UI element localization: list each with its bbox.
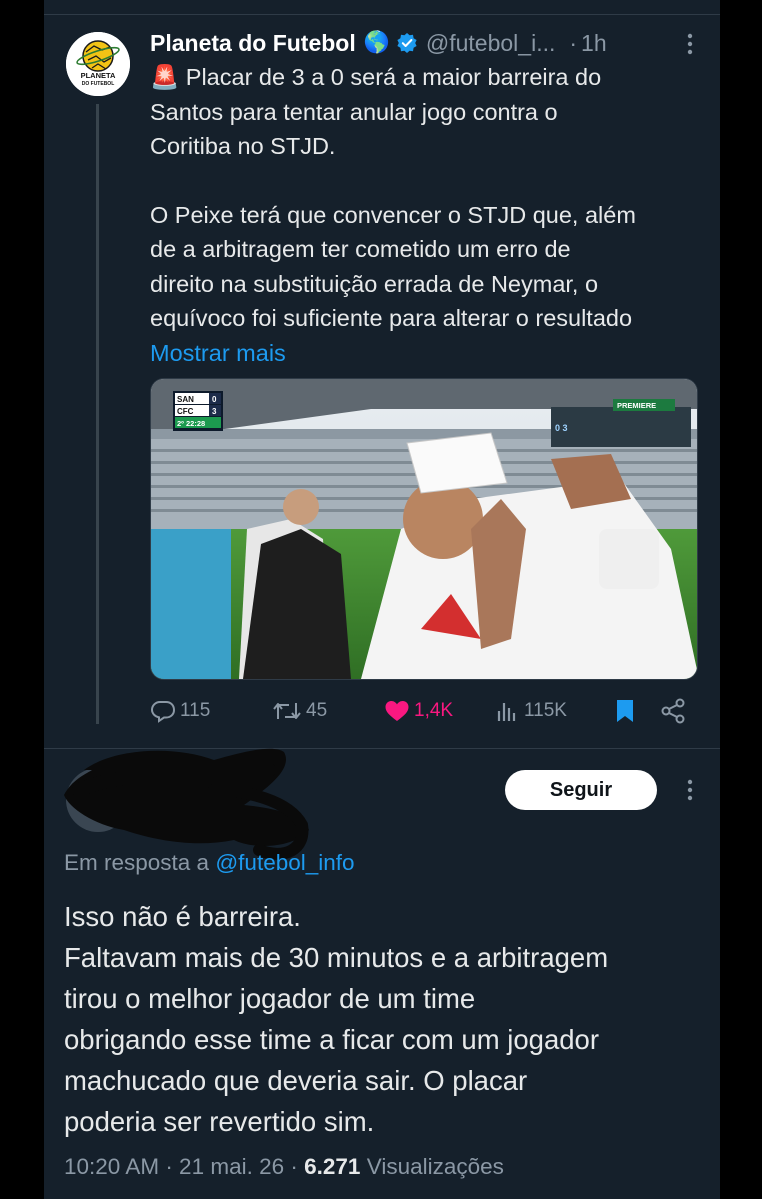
reply-line: machucado que deveria sair. O placar — [64, 1065, 528, 1096]
like-count: 1,4K — [414, 700, 454, 721]
tweet-thread: PLANETA DO FUTEBOL Planeta do Futebol 🌎 … — [44, 0, 720, 1199]
author-handle[interactable]: @futebol_i... — [426, 30, 555, 57]
retweet-count: 45 — [306, 700, 328, 721]
retweet-icon — [273, 703, 301, 719]
logo-text-2: DO FUTEBOL — [82, 81, 115, 87]
author-avatar[interactable]: PLANETA DO FUTEBOL — [66, 32, 130, 96]
views-count: 115K — [524, 700, 567, 721]
show-more-link[interactable]: Mostrar mais — [150, 336, 706, 371]
reply-line: poderia ser revertido sim. — [64, 1106, 375, 1137]
reply-line: Faltavam mais de 30 minutos e a arbitrag… — [64, 942, 609, 973]
reply-line: obrigando esse time a ficar com um jogad… — [64, 1024, 599, 1055]
in-reply-to: Em resposta a @futebol_info — [64, 850, 355, 876]
post-time[interactable]: 1h — [581, 30, 607, 57]
views-button[interactable]: 115K — [496, 696, 567, 726]
like-button[interactable]: 1,4K — [384, 696, 453, 726]
reply-icon — [150, 701, 176, 723]
tweet-line: de a arbitragem ter cometido um erro de — [150, 236, 571, 262]
stadium-scoreboard: 0 3 — [555, 423, 568, 433]
follow-button[interactable]: Seguir — [505, 770, 657, 810]
like-icon — [385, 701, 409, 721]
scorebug-team2: CFC — [177, 407, 194, 416]
author-name[interactable]: Planeta do Futebol — [150, 30, 356, 57]
broadcaster-logo: PREMIERE — [617, 401, 656, 410]
tweet-actions: 115 45 1,4K 115K — [150, 696, 698, 726]
globe-emoji: 🌎 — [363, 31, 390, 54]
tweet-line: Santos para tentar anular jogo contra o — [150, 98, 558, 125]
time-separator: · — [569, 29, 578, 56]
reply-view-label: Visualizações — [366, 1154, 504, 1179]
reply-metadata: 10:20 AM · 21 mai. 26 · 6.271 Visualizaç… — [64, 1154, 504, 1180]
reply-line: Isso não é barreira. — [64, 901, 301, 932]
more-icon[interactable] — [686, 778, 694, 802]
reply-divider — [44, 748, 720, 749]
tweet-line: O Peixe terá que convencer o STJD que, a… — [150, 201, 636, 228]
top-divider — [44, 14, 720, 15]
scorebug-score1: 0 — [212, 395, 217, 404]
tweet-header: Planeta do Futebol 🌎 @futebol_i... · 1h — [150, 28, 607, 58]
tweet-text: 🚨 Placar de 3 a 0 será a maior barreira … — [150, 60, 706, 370]
share-icon[interactable] — [660, 698, 686, 724]
reply-avatar[interactable] — [66, 768, 130, 832]
scorebug-team1: SAN — [177, 395, 194, 404]
reply-count: 115 — [180, 700, 211, 721]
scorebug-score2: 3 — [212, 407, 217, 416]
reply-timestamp[interactable]: 10:20 AM · 21 mai. 26 · — [64, 1154, 298, 1179]
tweet-line: direito na substituição errada de Neymar… — [150, 270, 599, 297]
match-photo: SAN 0 CFC 3 2º 22:28 PREMIERE 0 3 — [151, 379, 697, 679]
bookmark-icon[interactable] — [614, 698, 636, 724]
tweet-line: Coritiba no STJD. — [150, 133, 336, 159]
in-reply-prefix: Em resposta a — [64, 850, 210, 875]
logo-text-1: PLANETA — [81, 71, 116, 80]
scorebug-clock: 2º 22:28 — [177, 419, 205, 428]
more-icon[interactable] — [686, 32, 694, 56]
in-reply-mention[interactable]: @futebol_info — [215, 850, 354, 875]
planeta-logo: PLANETA DO FUTEBOL — [66, 32, 130, 96]
reply-text: Isso não é barreira. Faltavam mais de 30… — [64, 896, 714, 1142]
retweet-button[interactable]: 45 — [272, 696, 327, 726]
verified-badge-icon — [397, 33, 417, 53]
reply-view-count: 6.271 — [304, 1154, 361, 1179]
reply-button[interactable]: 115 — [150, 696, 210, 726]
tweet-media-photo[interactable]: SAN 0 CFC 3 2º 22:28 PREMIERE 0 3 — [150, 378, 698, 680]
reply-line: tirou o melhor jogador de um time — [64, 983, 476, 1014]
views-icon — [497, 703, 516, 721]
tweet-line: equívoco foi suficiente para alterar o r… — [150, 305, 633, 331]
tweet-line: 🚨 Placar de 3 a 0 será a maior barreira … — [150, 64, 602, 90]
reply-handle[interactable]: @cal — [152, 798, 205, 825]
thread-connector — [96, 104, 99, 724]
